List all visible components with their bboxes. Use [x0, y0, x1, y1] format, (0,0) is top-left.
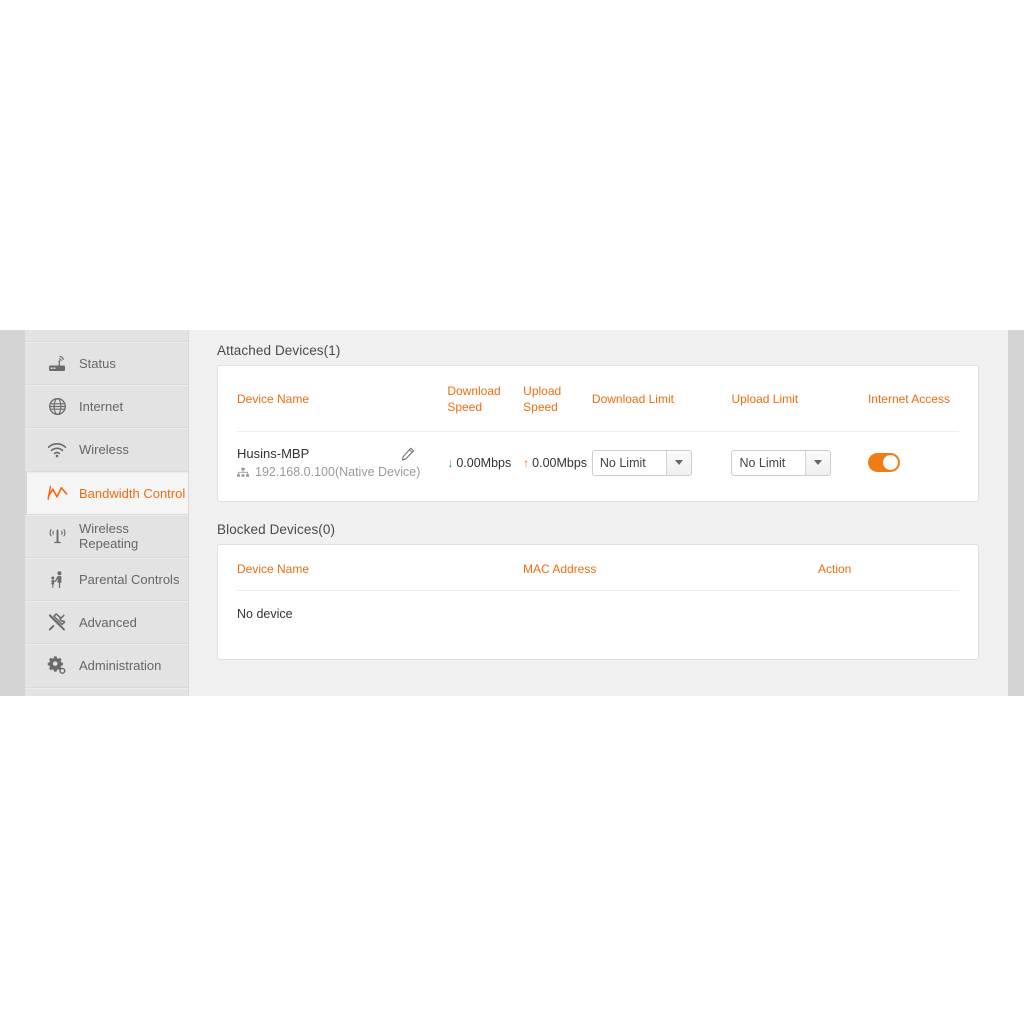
antenna-icon [46, 525, 68, 547]
sidebar-item-label: Administration [79, 658, 162, 674]
sidebar-item-label: Bandwidth Control [79, 485, 186, 501]
bandwidth-chart-icon [46, 482, 68, 504]
chevron-down-icon[interactable] [805, 450, 831, 475]
sidebar-item-label: Wireless Repeating [79, 521, 139, 552]
sidebar-item-advanced[interactable]: Advanced [25, 601, 188, 645]
device-ip-line: 192.168.0.100(Native Device) [237, 465, 447, 479]
wifi-icon [46, 439, 68, 461]
blocked-devices-title: Blocked Devices(0) [217, 522, 336, 538]
upload-limit-select[interactable]: No Limit [731, 449, 832, 476]
sidebar-item-partial-top [25, 330, 188, 342]
col-download-speed: Download Speed [447, 366, 524, 433]
sidebar-item-label: Internet [79, 399, 124, 415]
table-header-row: Device Name MAC Address Action [237, 545, 959, 592]
attached-devices-table: Device Name Download Speed Upload Speed … [237, 366, 959, 501]
col-upload-speed: Upload Speed [523, 366, 592, 433]
main-content: Attached Devices(1) Device Name Download… [189, 330, 1024, 696]
table-header-row: Device Name Download Speed Upload Speed … [237, 366, 959, 433]
sidebar-item-label: Wireless [79, 442, 129, 458]
attached-devices-card: Device Name Download Speed Upload Speed … [217, 365, 979, 503]
col-internet-access: Internet Access [867, 366, 959, 433]
upload-speed-value: ↑ 0.00Mbps [523, 455, 588, 470]
router-icon [46, 353, 68, 375]
cell-upload-speed: ↑ 0.00Mbps [523, 432, 592, 502]
page-gutter [0, 330, 25, 696]
arrow-down-icon: ↓ [447, 455, 454, 470]
blocked-devices-table: Device Name MAC Address Action No device [237, 545, 959, 659]
sidebar-item-wireless-repeating[interactable]: Wireless Repeating [25, 514, 188, 558]
upload-limit-value: No Limit [739, 455, 786, 470]
sidebar-item-wireless[interactable]: Wireless [25, 428, 188, 472]
browser-viewport: Status Internet Wireless Bandwidth Contr… [0, 330, 1024, 696]
tools-icon [46, 612, 68, 634]
blocked-empty-text: No device [237, 607, 293, 622]
edit-pencil-icon[interactable] [401, 447, 415, 461]
sidebar-item-label: Advanced [79, 615, 137, 631]
device-name-text: Husins-MBP [237, 446, 310, 462]
cell-download-limit: No Limit [591, 432, 732, 502]
arrow-up-icon: ↑ [523, 455, 530, 470]
download-speed-value: ↓ 0.00Mbps [447, 455, 512, 470]
col-device-name: Device Name [237, 366, 448, 433]
device-name-line: Husins-MBP [237, 446, 447, 461]
chevron-down-icon[interactable] [665, 450, 691, 475]
download-limit-value: No Limit [599, 455, 646, 470]
gear-icon [46, 655, 68, 677]
network-icon [237, 467, 249, 478]
table-row: No device [237, 591, 959, 660]
sidebar-item-status[interactable]: Status [25, 342, 188, 386]
col-upload-limit: Upload Limit [731, 366, 868, 433]
parent-child-icon [46, 569, 68, 591]
cell-internet-access [867, 432, 959, 502]
sidebar-item-partial-bottom [25, 687, 188, 697]
col-blocked-device-name: Device Name [237, 545, 523, 592]
download-limit-select[interactable]: No Limit [591, 449, 692, 476]
col-mac-address: MAC Address [523, 545, 818, 592]
sidebar-item-administration[interactable]: Administration [25, 644, 188, 688]
internet-access-toggle[interactable] [867, 453, 900, 473]
vertical-scrollbar[interactable] [1008, 330, 1024, 696]
sidebar-item-parental-controls[interactable]: Parental Controls [25, 557, 188, 602]
sidebar-item-bandwidth-control[interactable]: Bandwidth Control [25, 471, 188, 515]
col-download-limit: Download Limit [591, 366, 732, 433]
sidebar-item-label: Status [79, 356, 116, 372]
globe-icon [46, 396, 68, 418]
cell-upload-limit: No Limit [731, 432, 868, 502]
sidebar-item-label: Parental Controls [79, 572, 180, 588]
table-row: Husins-MBP 192.168.0.100(Native Device) … [237, 432, 959, 502]
attached-devices-title: Attached Devices(1) [217, 343, 341, 358]
device-ip-text: 192.168.0.100(Native Device) [255, 465, 421, 480]
sidebar-nav: Status Internet Wireless Bandwidth Contr… [25, 330, 189, 696]
blocked-devices-card: Device Name MAC Address Action No device [217, 544, 979, 661]
sidebar-item-internet[interactable]: Internet [25, 385, 188, 429]
cell-device-name: Husins-MBP 192.168.0.100(Native Device) [237, 432, 447, 502]
col-action: Action [818, 545, 959, 592]
cell-download-speed: ↓ 0.00Mbps [447, 432, 523, 502]
toggle-knob [882, 455, 898, 471]
